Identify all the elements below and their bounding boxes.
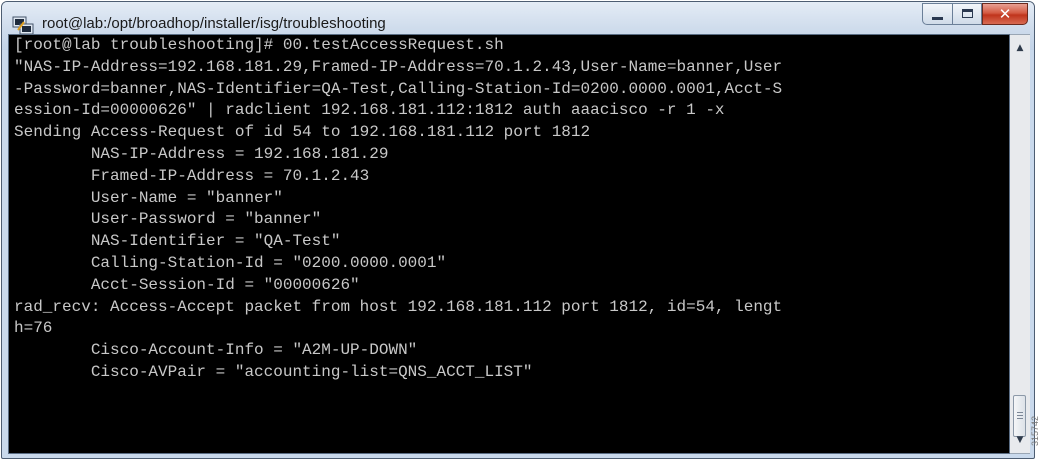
terminal-output[interactable]: [root@lab troubleshooting]# 00.testAcces… [8, 34, 1010, 454]
terminal-line: Cisco-AVPair = "accounting-list=QNS_ACCT… [14, 362, 533, 381]
terminal-line: NAS-IP-Address = 192.168.181.29 [14, 144, 389, 163]
terminal-line: "NAS-IP-Address=192.168.181.29,Framed-IP… [14, 57, 783, 76]
terminal-lines: [root@lab troubleshooting]# 00.testAcces… [14, 35, 782, 384]
terminal-line: rad_recv: Access-Accept packet from host… [14, 297, 783, 316]
figure-id: 315742 [1030, 408, 1052, 454]
close-button[interactable]: ✕ [982, 3, 1028, 25]
caption-buttons: ✕ [922, 3, 1028, 25]
maximize-icon [962, 9, 973, 18]
terminal-line: Acct-Session-Id = "00000626" [14, 275, 360, 294]
terminal-window: root@lab:/opt/broadhop/installer/isg/tro… [1, 1, 1035, 459]
vertical-scrollbar[interactable]: ▲ ▼ [1010, 34, 1030, 454]
terminal-line: [root@lab troubleshooting]# 00.testAcces… [14, 36, 504, 54]
terminal-line: User-Name = "banner" [14, 188, 283, 207]
terminal-line: ession-Id=00000626" | radclient 192.168.… [14, 101, 725, 120]
scroll-down-arrow-icon[interactable]: ▼ [1010, 431, 1030, 449]
grip-line [1017, 418, 1023, 419]
terminal-line: User-Password = "banner" [14, 210, 322, 229]
terminal-line: h=76 [14, 319, 53, 338]
figure-id-text: 315742 [1030, 415, 1041, 447]
terminal-line: Cisco-Account-Info = "A2M-UP-DOWN" [14, 341, 418, 360]
terminal-line: Framed-IP-Address = 70.1.2.43 [14, 166, 370, 185]
terminal-line: Sending Access-Request of id 54 to 192.1… [14, 123, 591, 142]
minimize-button[interactable] [922, 3, 952, 25]
terminal-line: -Password=banner,NAS-Identifier=QA-Test,… [14, 79, 783, 98]
close-icon: ✕ [998, 5, 1012, 23]
window-title: root@lab:/opt/broadhop/installer/isg/tro… [42, 15, 386, 32]
putty-icon[interactable] [12, 16, 34, 36]
minimize-icon [932, 17, 943, 20]
grip-line [1017, 412, 1023, 413]
terminal-line: NAS-Identifier = "QA-Test" [14, 232, 341, 251]
grip-line [1017, 415, 1023, 416]
scroll-up-arrow-icon[interactable]: ▲ [1010, 39, 1030, 57]
maximize-button[interactable] [952, 3, 982, 25]
terminal-line: Calling-Station-Id = "0200.0000.0001" [14, 253, 447, 272]
